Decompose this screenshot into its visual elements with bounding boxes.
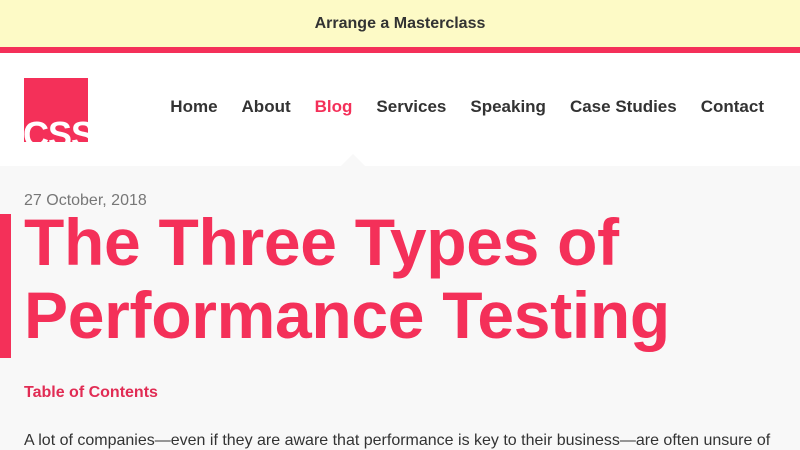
table-of-contents-link[interactable]: Table of Contents (24, 384, 158, 402)
main-nav: Home About Blog Services Speaking Case S… (146, 97, 764, 117)
title-accent-bar (0, 214, 11, 358)
post-title: The Three Types of Performance Testing (24, 205, 670, 352)
logo-text: CSS (24, 114, 88, 143)
post-intro: A lot of companies—even if they are awar… (24, 432, 771, 449)
nav-speaking[interactable]: Speaking (470, 97, 546, 117)
nav-services[interactable]: Services (376, 97, 446, 117)
active-nav-pointer (341, 154, 365, 166)
nav-case-studies[interactable]: Case Studies (570, 97, 677, 117)
site-header: CSS Home About Blog Services Speaking Ca… (0, 53, 800, 166)
masterclass-banner: Arrange a Masterclass (0, 0, 800, 48)
arrange-masterclass-link[interactable]: Arrange a Masterclass (315, 15, 486, 33)
nav-blog[interactable]: Blog (315, 97, 353, 117)
nav-home[interactable]: Home (170, 97, 217, 117)
nav-about[interactable]: About (242, 97, 291, 117)
site-logo[interactable]: CSS (24, 78, 88, 142)
nav-contact[interactable]: Contact (701, 97, 764, 117)
